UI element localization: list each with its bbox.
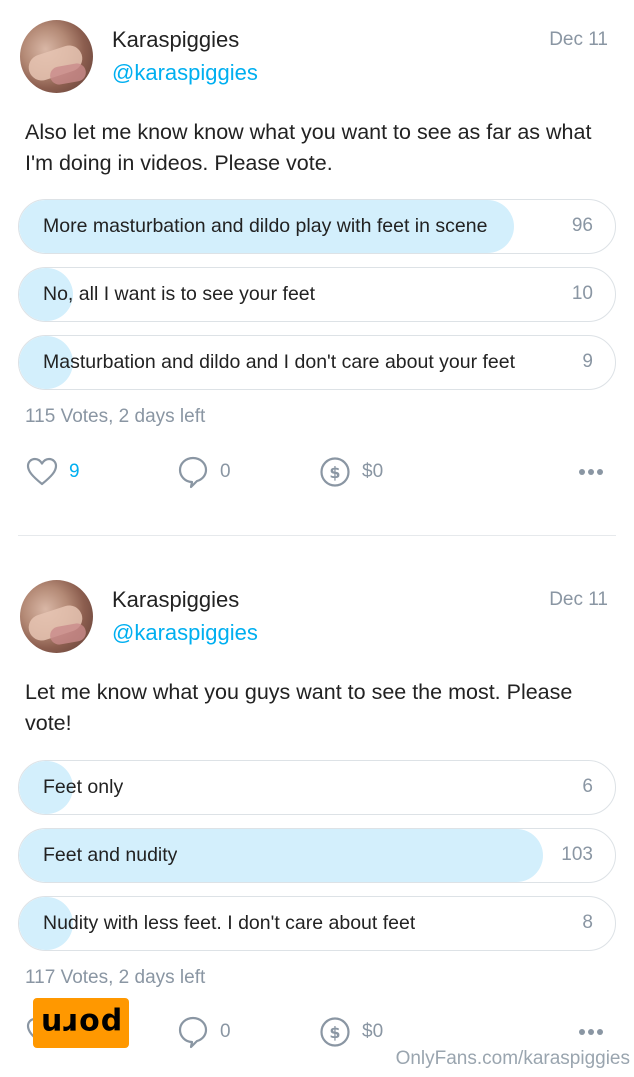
avatar[interactable] [20, 580, 93, 653]
poll-option-label: Nudity with less feet. I don't care abou… [43, 912, 416, 934]
poll-option-count: 9 [582, 351, 593, 372]
comment-count: 0 [220, 461, 231, 482]
poll-summary: 117 Votes, 2 days left [25, 967, 205, 989]
svg-text:$: $ [329, 1023, 340, 1042]
more-options-button[interactable] [578, 452, 604, 492]
overlay-logo-text: porn [39, 1005, 123, 1041]
poll: More masturbation and dildo play with fe… [18, 199, 616, 403]
comment-count: 0 [220, 1021, 231, 1042]
overlay-logo: porn [33, 998, 129, 1048]
more-dots-icon [578, 463, 604, 481]
svg-text:$: $ [329, 463, 340, 482]
tip-amount: $0 [362, 1021, 384, 1042]
post-text: Also let me know know what you want to s… [25, 120, 592, 175]
poll-time-left: , 2 days left [108, 967, 206, 988]
heart-icon [25, 455, 59, 489]
poll-option[interactable]: Nudity with less feet. I don't care abou… [18, 896, 616, 951]
poll-option-label: No, all I want is to see your feet [43, 283, 316, 305]
avatar[interactable] [20, 20, 93, 93]
poll-option-count: 10 [571, 283, 593, 304]
author-name[interactable]: Karaspiggies [112, 27, 239, 53]
poll-option-count: 96 [571, 215, 593, 236]
poll-option-label: Feet only [43, 776, 124, 798]
post-date[interactable]: Dec 11 [549, 589, 608, 611]
comment-button[interactable]: 0 [176, 1012, 231, 1052]
poll-time-left: , 2 days left [108, 406, 206, 427]
comment-icon [176, 455, 210, 489]
post-actions: 9 0 $ $0 [0, 452, 634, 492]
comment-button[interactable]: 0 [176, 452, 231, 492]
poll-option[interactable]: Feet only 6 [18, 760, 616, 815]
poll-option-count: 103 [561, 844, 593, 865]
poll-option-label: Masturbation and dildo and I don't care … [43, 351, 516, 373]
post-divider [18, 535, 616, 536]
post-text: Let me know what you guys want to see th… [25, 680, 573, 735]
author-name[interactable]: Karaspiggies [112, 587, 239, 613]
poll-option-label: More masturbation and dildo play with fe… [43, 215, 488, 237]
watermark: OnlyFans.com/karaspiggies [395, 1048, 630, 1069]
poll-votes: 115 Votes [25, 406, 109, 427]
poll-option[interactable]: More masturbation and dildo play with fe… [18, 199, 616, 254]
dollar-circle-icon: $ [318, 1015, 352, 1049]
post-date[interactable]: Dec 11 [549, 29, 608, 51]
poll-option[interactable]: Masturbation and dildo and I don't care … [18, 335, 616, 390]
tip-amount: $0 [362, 461, 384, 482]
poll-option-count: 8 [582, 912, 593, 933]
comment-icon [176, 1015, 210, 1049]
tip-button[interactable]: $ $0 [318, 1012, 383, 1052]
author-handle[interactable]: @karaspiggies [112, 620, 258, 646]
poll-summary: 115 Votes, 2 days left [25, 406, 205, 428]
poll-option-count: 6 [582, 776, 593, 797]
author-handle[interactable]: @karaspiggies [112, 60, 258, 86]
like-count: 9 [69, 461, 80, 482]
poll-option[interactable]: Feet and nudity 103 [18, 828, 616, 883]
poll: Feet only 6 Feet and nudity 103 Nudity w… [18, 760, 616, 964]
poll-option-label: Feet and nudity [43, 844, 178, 866]
more-options-button[interactable] [578, 1012, 604, 1052]
poll-votes: 117 Votes [25, 967, 109, 988]
more-dots-icon [578, 1023, 604, 1041]
poll-option[interactable]: No, all I want is to see your feet 10 [18, 267, 616, 322]
tip-button[interactable]: $ $0 [318, 452, 383, 492]
dollar-circle-icon: $ [318, 455, 352, 489]
like-button[interactable]: 9 [25, 452, 80, 492]
